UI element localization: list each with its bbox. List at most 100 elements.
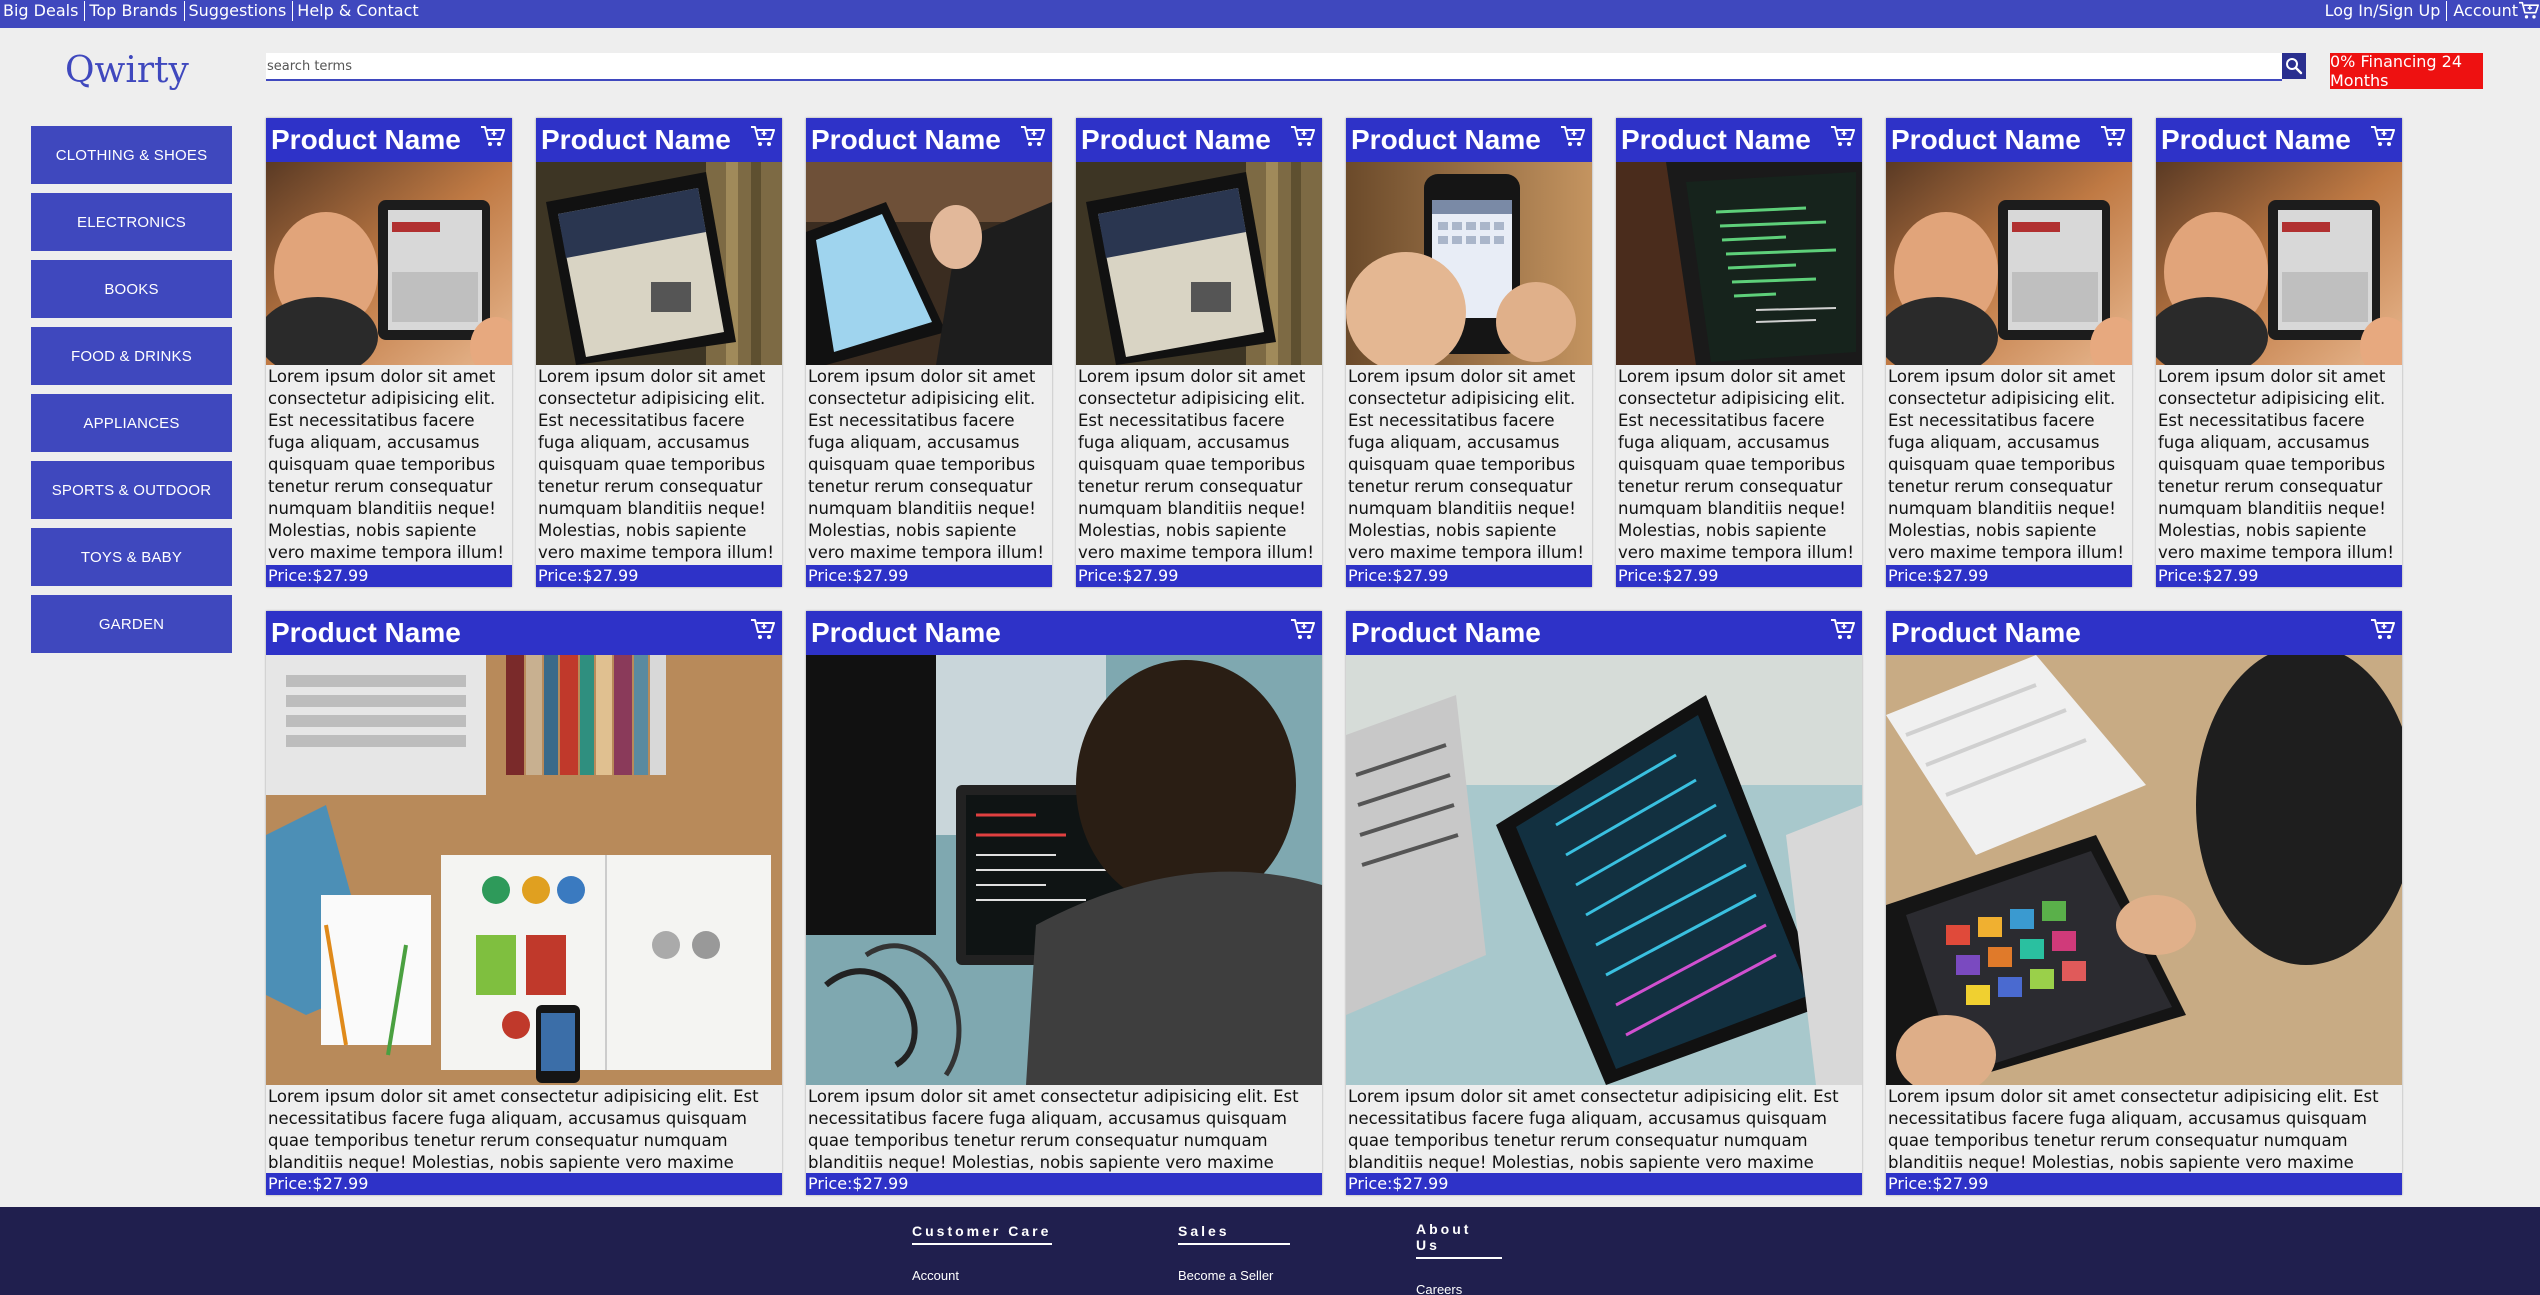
nav-top-brands[interactable]: Top Brands xyxy=(85,1,183,21)
category-electronics[interactable]: ELECTRONICS xyxy=(31,193,232,251)
product-card[interactable]: Product Name Lorem ipsum dolor sit amet … xyxy=(536,118,782,587)
category-sports-outdoor[interactable]: SPORTS & OUTDOOR xyxy=(31,461,232,519)
add-to-cart-icon[interactable] xyxy=(1560,125,1586,149)
product-name[interactable]: Product Name xyxy=(1351,616,1541,650)
product-image-programmer[interactable] xyxy=(806,655,1322,1085)
product-image-laptop-code[interactable] xyxy=(1346,655,1862,1085)
footer-link-account[interactable]: Account xyxy=(912,1268,1052,1283)
product-card-large[interactable]: Product Name Lorem ipsum dolor sit amet … xyxy=(1346,611,1862,1195)
product-card[interactable]: Product Name Lorem ipsum dolor sit amet … xyxy=(1076,118,1322,587)
product-name[interactable]: Product Name xyxy=(1891,123,2081,157)
product-card-header: Product Name xyxy=(806,611,1322,655)
add-to-cart-icon[interactable] xyxy=(1020,125,1046,149)
product-price: Price:$27.99 xyxy=(1886,565,2132,587)
product-description: Lorem ipsum dolor sit amet consectetur a… xyxy=(1078,367,1314,562)
add-to-cart-icon[interactable] xyxy=(1830,618,1856,642)
add-to-cart-icon[interactable] xyxy=(1290,125,1316,149)
product-card[interactable]: Product Name Lorem ipsum dolor sit amet … xyxy=(1346,118,1592,587)
product-image-code-laptop[interactable] xyxy=(1616,162,1862,365)
financing-banner[interactable]: 0% Financing 24 Months xyxy=(2330,52,2483,90)
login-link[interactable]: Log In/Sign Up xyxy=(2319,1,2447,21)
category-food-drinks[interactable]: FOOD & DRINKS xyxy=(31,327,232,385)
product-name[interactable]: Product Name xyxy=(1081,123,1271,157)
product-price: Price:$27.99 xyxy=(1346,1173,1862,1195)
account-link[interactable]: Account xyxy=(2447,1,2518,21)
footer-link-become-seller[interactable]: Become a Seller xyxy=(1178,1268,1290,1283)
product-name[interactable]: Product Name xyxy=(2161,123,2351,157)
product-card-header: Product Name xyxy=(266,611,782,655)
product-card-header: Product Name xyxy=(1076,118,1322,162)
add-to-cart-icon[interactable] xyxy=(1290,618,1316,642)
product-image-tablet-books[interactable] xyxy=(536,162,782,365)
search-input[interactable] xyxy=(266,53,2282,79)
product-card-header: Product Name xyxy=(1616,118,1862,162)
category-garden[interactable]: GARDEN xyxy=(31,595,232,653)
product-price: Price:$27.99 xyxy=(536,565,782,587)
footer-col-about-us: About Us Careers xyxy=(1416,1221,1502,1295)
product-image-desk-books[interactable] xyxy=(266,655,782,1085)
product-card-large[interactable]: Product Name Lorem ipsum dolor sit amet … xyxy=(1886,611,2402,1195)
category-clothing-shoes[interactable]: CLOTHING & SHOES xyxy=(31,126,232,184)
product-image-tablet[interactable] xyxy=(1886,162,2132,365)
product-card-header: Product Name xyxy=(536,118,782,162)
nav-big-deals[interactable]: Big Deals xyxy=(3,1,84,21)
add-to-cart-icon[interactable] xyxy=(480,125,506,149)
product-name[interactable]: Product Name xyxy=(1891,616,2081,650)
product-card-header: Product Name xyxy=(266,118,512,162)
product-description: Lorem ipsum dolor sit amet consectetur a… xyxy=(538,367,774,562)
category-toys-baby[interactable]: TOYS & BABY xyxy=(31,528,232,586)
add-to-cart-icon[interactable] xyxy=(1830,125,1856,149)
product-image-tablet[interactable] xyxy=(266,162,512,365)
category-books[interactable]: BOOKS xyxy=(31,260,232,318)
product-image-tablet-books[interactable] xyxy=(1076,162,1322,365)
product-name[interactable]: Product Name xyxy=(541,123,731,157)
product-image-tablet[interactable] xyxy=(2156,162,2402,365)
product-price: Price:$27.99 xyxy=(1076,565,1322,587)
product-card[interactable]: Product Name Lorem ipsum dolor sit amet … xyxy=(2156,118,2402,587)
product-card[interactable]: Product Name Lorem ipsum dolor sit amet … xyxy=(266,118,512,587)
product-name[interactable]: Product Name xyxy=(271,616,461,650)
product-price: Price:$27.99 xyxy=(806,1173,1322,1195)
site-logo[interactable]: Qwirty xyxy=(65,50,189,91)
product-card-large[interactable]: Product Name Lorem ipsum dolor sit amet … xyxy=(806,611,1322,1195)
product-image-smartphone[interactable] xyxy=(1346,162,1592,365)
product-name[interactable]: Product Name xyxy=(1351,123,1541,157)
product-card-large[interactable]: Product Name Lorem ipsum dolor sit amet … xyxy=(266,611,782,1195)
product-name[interactable]: Product Name xyxy=(1621,123,1811,157)
product-name[interactable]: Product Name xyxy=(271,123,461,157)
add-to-cart-icon[interactable] xyxy=(750,125,776,149)
footer-heading: Sales xyxy=(1178,1223,1290,1245)
product-description: Lorem ipsum dolor sit amet consectetur a… xyxy=(1348,367,1584,562)
product-image-tablet-apps[interactable] xyxy=(1886,655,2402,1085)
add-to-cart-icon[interactable] xyxy=(2100,125,2126,149)
category-sidebar: CLOTHING & SHOES ELECTRONICS BOOKS FOOD … xyxy=(31,126,232,662)
product-name[interactable]: Product Name xyxy=(811,616,1001,650)
product-name[interactable]: Product Name xyxy=(811,123,1001,157)
footer-heading: Customer Care xyxy=(912,1223,1052,1245)
product-image-tablet-touch[interactable] xyxy=(806,162,1052,365)
top-nav-left: Big Deals Top Brands Suggestions Help & … xyxy=(3,0,425,22)
add-to-cart-icon[interactable] xyxy=(2370,618,2396,642)
product-card-header: Product Name xyxy=(2156,118,2402,162)
nav-help-contact[interactable]: Help & Contact xyxy=(293,1,424,21)
top-bar: Big Deals Top Brands Suggestions Help & … xyxy=(0,0,2540,28)
footer-col-customer-care: Customer Care Account xyxy=(912,1221,1052,1283)
search-button[interactable] xyxy=(2282,53,2306,79)
product-card[interactable]: Product Name Lorem ipsum dolor sit amet … xyxy=(1616,118,1862,587)
footer-heading: About Us xyxy=(1416,1221,1502,1259)
add-to-cart-icon[interactable] xyxy=(2370,125,2396,149)
product-card-header: Product Name xyxy=(1346,118,1592,162)
top-nav-right: Log In/Sign Up Account xyxy=(2319,0,2540,22)
footer-col-sales: Sales Become a Seller xyxy=(1178,1221,1290,1283)
product-price: Price:$27.99 xyxy=(266,565,512,587)
cart-icon[interactable] xyxy=(2518,1,2540,21)
product-card[interactable]: Product Name Lorem ipsum dolor sit amet … xyxy=(806,118,1052,587)
product-card-header: Product Name xyxy=(806,118,1052,162)
add-to-cart-icon[interactable] xyxy=(750,618,776,642)
product-card[interactable]: Product Name Lorem ipsum dolor sit amet … xyxy=(1886,118,2132,587)
category-appliances[interactable]: APPLIANCES xyxy=(31,394,232,452)
nav-suggestions[interactable]: Suggestions xyxy=(185,1,293,21)
footer-link-careers[interactable]: Careers xyxy=(1416,1282,1502,1295)
product-price: Price:$27.99 xyxy=(1346,565,1592,587)
product-price: Price:$27.99 xyxy=(1616,565,1862,587)
